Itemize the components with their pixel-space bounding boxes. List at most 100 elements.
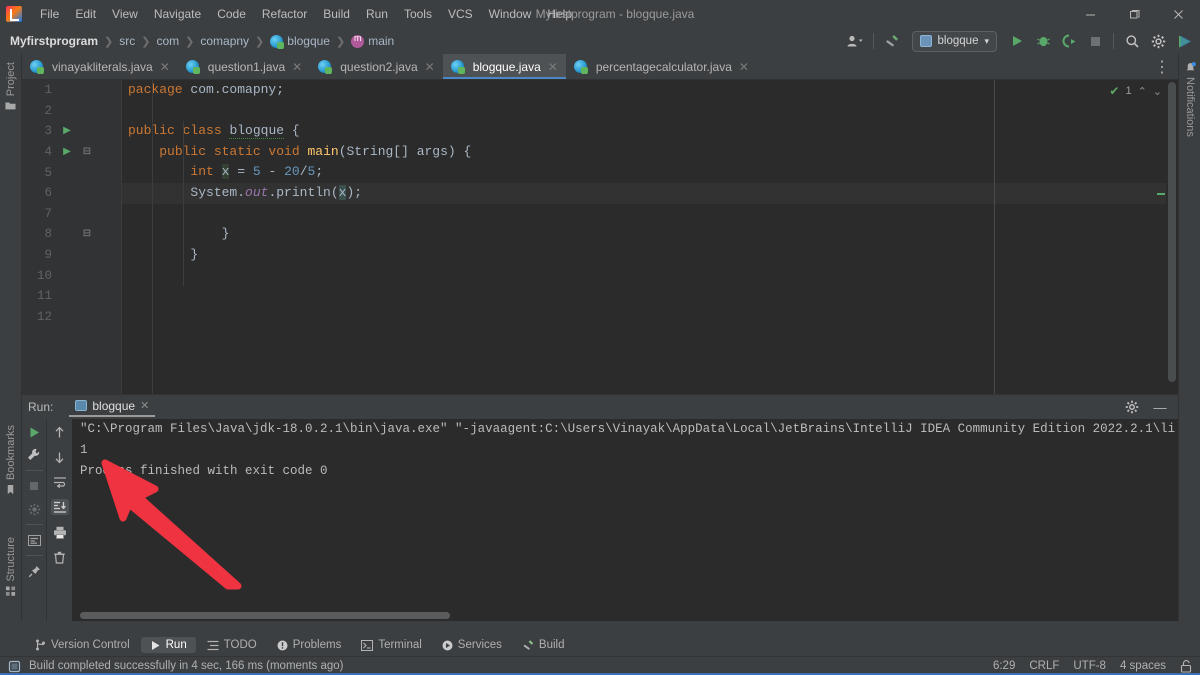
menu-navigate[interactable]: Navigate bbox=[146, 3, 209, 25]
close-tab-icon[interactable]: ✕ bbox=[739, 60, 749, 74]
caret-position[interactable]: 6:29 bbox=[993, 660, 1015, 672]
breadcrumb-comapny[interactable]: comapny bbox=[200, 34, 249, 48]
menu-code[interactable]: Code bbox=[209, 3, 254, 25]
maximize-button[interactable] bbox=[1112, 0, 1156, 28]
tool-button-problems[interactable]: Problems bbox=[268, 637, 351, 653]
clear-all-icon[interactable] bbox=[51, 549, 69, 565]
run-tab-blogque[interactable]: blogque ✕ bbox=[69, 399, 156, 417]
menu-help[interactable]: Help bbox=[539, 3, 580, 25]
breadcrumb-com[interactable]: com bbox=[156, 34, 179, 48]
editor-vertical-scrollbar[interactable] bbox=[1166, 80, 1178, 448]
gutter-line: 4 ▶ ⊟ bbox=[22, 142, 121, 163]
close-tab-icon[interactable]: ✕ bbox=[548, 60, 558, 74]
settings-gear-icon[interactable] bbox=[1146, 30, 1170, 52]
breadcrumb-main[interactable]: main bbox=[351, 33, 394, 48]
tool-button-version-control[interactable]: Version Control bbox=[26, 637, 139, 653]
class-icon bbox=[30, 60, 44, 74]
console-view-icon[interactable] bbox=[25, 532, 43, 548]
breadcrumb-separator: ❯ bbox=[141, 35, 151, 48]
close-button[interactable] bbox=[1156, 0, 1200, 28]
run-with-coverage-button[interactable] bbox=[1057, 30, 1081, 52]
more-options-icon[interactable]: ⋮ bbox=[1146, 54, 1178, 79]
inspection-widget[interactable]: ✔ 1 ⌃ ⌄ bbox=[1109, 84, 1162, 98]
breadcrumb-blogque[interactable]: blogque bbox=[270, 34, 330, 49]
run-gutter-icon[interactable]: ▶ bbox=[56, 125, 78, 137]
tool-button-terminal[interactable]: Terminal bbox=[352, 637, 430, 653]
menu-vcs[interactable]: VCS bbox=[440, 3, 481, 25]
debug-button[interactable] bbox=[1031, 30, 1055, 52]
tool-button-todo[interactable]: TODO bbox=[198, 637, 266, 653]
stop-button[interactable] bbox=[1083, 30, 1107, 52]
gutter-line: 3 ▶ bbox=[22, 121, 121, 142]
rerun-icon[interactable] bbox=[25, 424, 43, 440]
run-gutter-icon[interactable]: ▶ bbox=[56, 146, 78, 158]
run-configuration-selector[interactable]: blogque ▾ bbox=[911, 30, 997, 52]
up-arrow-icon[interactable] bbox=[51, 424, 69, 440]
line-separator[interactable]: CRLF bbox=[1029, 660, 1059, 672]
menu-window[interactable]: Window bbox=[481, 3, 540, 25]
minimize-tool-window-icon[interactable]: — bbox=[1148, 396, 1172, 418]
menu-run[interactable]: Run bbox=[358, 3, 396, 25]
code-line-3: public class blogque { bbox=[128, 123, 300, 140]
window-controls bbox=[1068, 0, 1200, 28]
read-write-lock-icon[interactable] bbox=[1180, 659, 1192, 673]
menu-view[interactable]: View bbox=[104, 3, 146, 25]
tool-button-build[interactable]: Build bbox=[513, 637, 574, 653]
build-hammer-icon[interactable] bbox=[880, 30, 904, 52]
console-output[interactable]: "C:\Program Files\Java\jdk-18.0.2.1\bin\… bbox=[72, 419, 1178, 621]
editor-marker bbox=[1157, 193, 1165, 195]
sidebar-item-notifications[interactable]: Notifications bbox=[1179, 56, 1200, 143]
print-icon[interactable] bbox=[51, 524, 69, 540]
menu-edit[interactable]: Edit bbox=[67, 3, 104, 25]
scrollbar-thumb[interactable] bbox=[1168, 82, 1176, 382]
down-arrow-icon[interactable] bbox=[51, 449, 69, 465]
close-run-tab-icon[interactable]: ✕ bbox=[140, 399, 149, 412]
menu-build[interactable]: Build bbox=[315, 3, 358, 25]
console-horizontal-scrollbar[interactable] bbox=[72, 609, 1178, 621]
indent-setting[interactable]: 4 spaces bbox=[1120, 660, 1166, 672]
code-text-area[interactable]: package com.comapny; public class blogqu… bbox=[122, 80, 1178, 448]
breadcrumb-project[interactable]: Myfirstprogram bbox=[10, 34, 98, 48]
file-encoding[interactable]: UTF-8 bbox=[1073, 660, 1106, 672]
navigation-bar: Myfirstprogram ❯ src ❯ com ❯ comapny ❯ b… bbox=[0, 28, 1200, 54]
services-icon bbox=[442, 640, 453, 650]
search-everywhere-icon[interactable] bbox=[1120, 30, 1144, 52]
editor-tab-question2[interactable]: question2.java ✕ bbox=[310, 54, 442, 79]
user-account-icon[interactable] bbox=[843, 30, 867, 52]
scroll-to-end-icon[interactable] bbox=[50, 499, 69, 515]
sidebar-item-bookmarks[interactable]: Bookmarks bbox=[0, 419, 22, 501]
dump-threads-icon[interactable] bbox=[25, 501, 43, 517]
pin-tab-icon[interactable] bbox=[25, 563, 43, 579]
run-button[interactable] bbox=[1005, 30, 1029, 52]
breadcrumb-src[interactable]: src bbox=[119, 34, 135, 48]
sidebar-item-project[interactable]: Project bbox=[0, 56, 22, 117]
fold-icon[interactable]: ⊟ bbox=[78, 146, 96, 158]
chevron-down-icon[interactable]: ⌄ bbox=[1153, 85, 1162, 98]
fold-icon[interactable]: ⊟ bbox=[78, 228, 96, 240]
edit-configuration-wrench-icon[interactable] bbox=[25, 447, 43, 463]
tool-button-run[interactable]: Run bbox=[140, 637, 196, 653]
soft-wrap-icon[interactable] bbox=[51, 474, 69, 490]
editor-tab-blogque[interactable]: blogque.java ✕ bbox=[442, 54, 566, 79]
stop-icon[interactable] bbox=[25, 478, 43, 494]
editor-tab-percentagecalculator[interactable]: percentagecalculator.java ✕ bbox=[566, 54, 757, 79]
minimize-button[interactable] bbox=[1068, 0, 1112, 28]
editor-tab-vinayakliterals[interactable]: vinayakliterals.java ✕ bbox=[22, 54, 178, 79]
code-line-1: package com.comapny; bbox=[128, 82, 285, 97]
close-tab-icon[interactable]: ✕ bbox=[160, 60, 170, 74]
tool-button-services[interactable]: Services bbox=[433, 637, 511, 653]
close-tab-icon[interactable]: ✕ bbox=[292, 60, 302, 74]
editor-gutter[interactable]: 1 2 3 ▶ 4 ▶ ⊟ 5 6 7 8 ⊟ 9 10 11 12 bbox=[22, 80, 122, 448]
menu-file[interactable]: File bbox=[32, 3, 67, 25]
scrollbar-thumb[interactable] bbox=[80, 612, 450, 619]
settings-gear-icon[interactable] bbox=[1120, 396, 1144, 418]
close-tab-icon[interactable]: ✕ bbox=[425, 60, 435, 74]
updates-icon[interactable] bbox=[1172, 30, 1196, 52]
chevron-up-icon[interactable]: ⌃ bbox=[1138, 85, 1147, 98]
editor-tab-question1[interactable]: question1.java ✕ bbox=[178, 54, 310, 79]
gutter-line: 5 bbox=[22, 162, 121, 183]
menu-tools[interactable]: Tools bbox=[396, 3, 440, 25]
menu-refactor[interactable]: Refactor bbox=[254, 3, 315, 25]
sidebar-item-structure[interactable]: Structure bbox=[0, 531, 22, 603]
menu-bar: File Edit View Navigate Code Refactor Bu… bbox=[0, 0, 1200, 28]
